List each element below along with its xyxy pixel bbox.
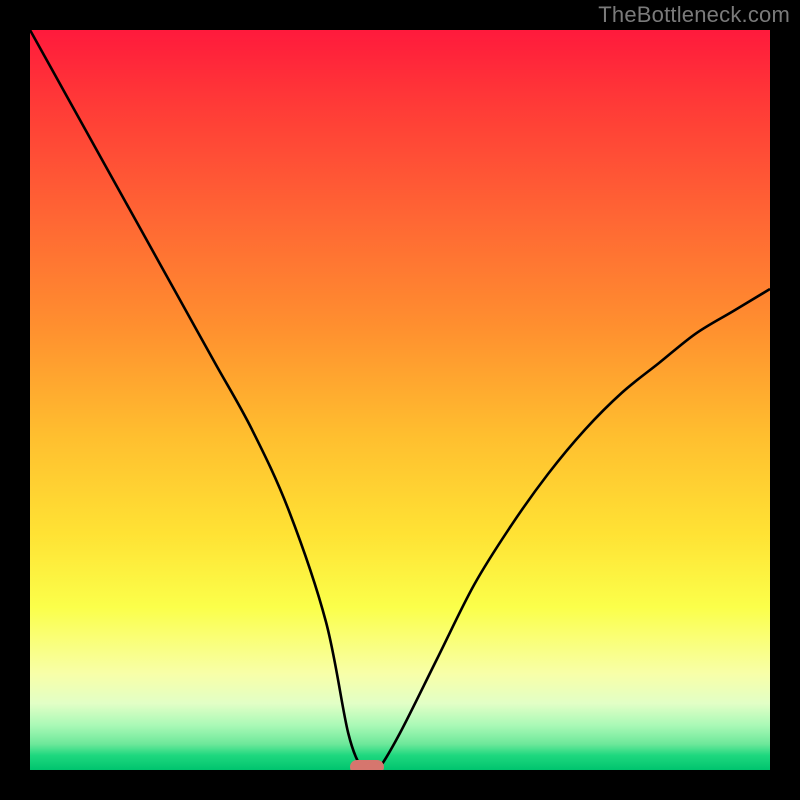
bottleneck-curve-path — [30, 30, 770, 770]
chart-frame: TheBottleneck.com — [0, 0, 800, 800]
curve-svg — [30, 30, 770, 770]
watermark-text: TheBottleneck.com — [598, 2, 790, 28]
optimum-marker — [350, 760, 384, 770]
plot-area — [30, 30, 770, 770]
